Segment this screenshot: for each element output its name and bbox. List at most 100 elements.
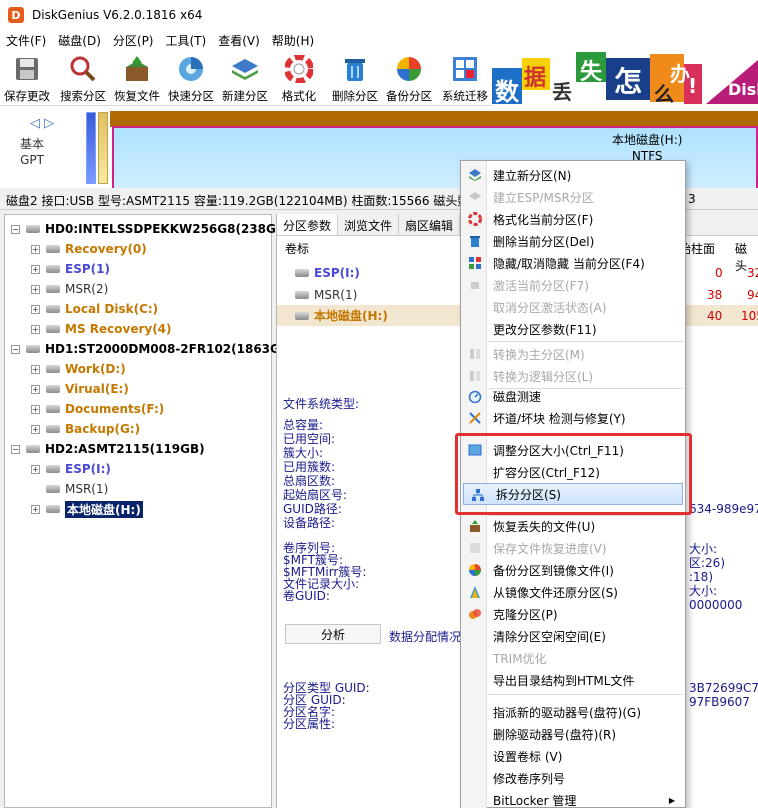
- tree-partition[interactable]: + Recovery(0): [31, 239, 147, 259]
- menu-item-trim[interactable]: TRIM优化: [461, 647, 685, 669]
- menu-item-export-html[interactable]: 导出目录结构到HTML文件: [461, 669, 685, 691]
- hard-disk-icon: [26, 445, 40, 453]
- menu-item-to-primary[interactable]: 转换为主分区(M): [461, 343, 685, 365]
- esp-icon: [467, 189, 483, 205]
- collapse-icon[interactable]: −: [11, 444, 20, 454]
- tab-sector-editor[interactable]: 扇区编辑: [399, 214, 461, 235]
- msr-partition-block[interactable]: [98, 112, 108, 184]
- tree-disk-label: HD2:ASMT2115(119GB): [45, 442, 205, 456]
- expand-icon[interactable]: +: [31, 384, 40, 394]
- tab-browse-files[interactable]: 浏览文件: [338, 214, 400, 235]
- tree-partition-selected[interactable]: + 本地磁盘(H:): [31, 499, 143, 519]
- menu-item-set-label[interactable]: 设置卷标 (V): [461, 745, 685, 767]
- field-value: 大小:: [689, 584, 718, 598]
- ad-banner[interactable]: 数 据 丢 失 怎 么 办 ! Disk: [492, 50, 758, 106]
- tree-partition[interactable]: + Virual(E:): [31, 379, 129, 399]
- menu-item-change-params[interactable]: 更改分区参数(F11): [461, 318, 685, 340]
- tree-partition[interactable]: + Local Disk(C:): [31, 299, 158, 319]
- field-label: 总扇区数:: [283, 474, 336, 488]
- banner-char: 丢: [552, 80, 572, 104]
- disk-nav-arrows[interactable]: ◁ ▷: [30, 116, 54, 131]
- expand-icon[interactable]: +: [31, 464, 40, 474]
- menu-view[interactable]: 查看(V): [212, 32, 266, 49]
- tree-partition[interactable]: + Documents(F:): [31, 399, 164, 419]
- expand-icon[interactable]: +: [31, 264, 40, 274]
- save-progress-icon: [467, 540, 483, 556]
- menu-item-hide[interactable]: 隐藏/取消隐藏 当前分区(F4): [461, 252, 685, 274]
- tree-partition-label: ESP(I:): [65, 462, 111, 476]
- format-button[interactable]: 格式化: [272, 52, 326, 104]
- menu-item-format[interactable]: 格式化当前分区(F): [461, 208, 685, 230]
- save-changes-button[interactable]: 保存更改: [0, 52, 54, 104]
- expand-icon[interactable]: +: [31, 324, 40, 334]
- menu-item-esp-msr[interactable]: 建立ESP/MSR分区: [461, 186, 685, 208]
- menu-item-assign-letter[interactable]: 指派新的驱动器号(盘符)(G): [461, 701, 685, 723]
- tree-partition-label: Documents(F:): [65, 402, 165, 416]
- menu-item-backup-image[interactable]: 备份分区到镜像文件(I): [461, 559, 685, 581]
- tree-partition[interactable]: + ESP(1): [31, 259, 110, 279]
- menu-item-speed-test[interactable]: 磁盘测速: [461, 385, 685, 407]
- menu-item-save-progress[interactable]: 保存文件恢复进度(V): [461, 537, 685, 559]
- tree-partition-label: Backup(G:): [65, 422, 141, 436]
- delete-partition-button[interactable]: 删除分区: [328, 52, 382, 104]
- menu-item-activate[interactable]: 激活当前分区(F7): [461, 274, 685, 296]
- menu-item-to-logical[interactable]: 转换为逻辑分区(L): [461, 365, 685, 387]
- window-title: DiskGenius V6.2.0.1816 x64: [32, 8, 203, 22]
- tab-partition-params[interactable]: 分区参数: [277, 214, 339, 235]
- column-label[interactable]: 卷标: [285, 240, 309, 257]
- menu-item-remove-letter[interactable]: 删除驱动器号(盘符)(R): [461, 723, 685, 745]
- expand-icon[interactable]: +: [31, 504, 40, 514]
- menu-item-new-partition[interactable]: 建立新分区(N): [461, 164, 685, 186]
- disk-type-label: 基本 GPT: [20, 136, 44, 168]
- menu-item-bitlocker[interactable]: BitLocker 管理 ▶: [461, 789, 685, 808]
- search-partition-button[interactable]: 搜索分区: [56, 52, 110, 104]
- backup-partition-button[interactable]: 备份分区: [382, 52, 436, 104]
- menu-disk[interactable]: 磁盘(D): [52, 32, 107, 49]
- expand-icon[interactable]: +: [31, 304, 40, 314]
- tree-partition[interactable]: + MSR(2): [31, 279, 108, 299]
- esp-partition-block[interactable]: [86, 112, 96, 184]
- tree-disk-hd1[interactable]: − HD1:ST2000DM008-2FR102(1863GB): [11, 339, 295, 359]
- menu-item-clone[interactable]: 克隆分区(P): [461, 603, 685, 625]
- field-label: 簇大小:: [283, 446, 324, 460]
- guid-path-value: 634-989e97: [689, 502, 758, 516]
- partition-icon: [295, 311, 309, 320]
- expand-icon[interactable]: +: [31, 244, 40, 254]
- partition-row-name: 本地磁盘(H:): [314, 309, 388, 323]
- hide-icon: [467, 255, 483, 271]
- tree-partition[interactable]: + MSR(1): [31, 479, 108, 499]
- menu-item-restore-image[interactable]: 从镜像文件还原分区(S): [461, 581, 685, 603]
- recover-files-button[interactable]: 恢复文件: [110, 52, 164, 104]
- collapse-icon[interactable]: −: [11, 224, 20, 234]
- menu-item-wipe-free[interactable]: 清除分区空闲空间(E): [461, 625, 685, 647]
- menu-item-change-serial[interactable]: 修改卷序列号: [461, 767, 685, 789]
- menu-item-delete[interactable]: 删除当前分区(Del): [461, 230, 685, 252]
- tree-partition[interactable]: + ESP(I:): [31, 459, 111, 479]
- analyze-button[interactable]: 分析: [285, 624, 381, 644]
- expand-icon[interactable]: +: [31, 284, 40, 294]
- menu-partition[interactable]: 分区(P): [107, 32, 160, 49]
- new-partition-button[interactable]: 新建分区: [218, 52, 272, 104]
- expand-icon[interactable]: +: [31, 364, 40, 374]
- menu-item-bad-sector[interactable]: 坏道/坏块 检测与修复(Y): [461, 407, 685, 429]
- menu-item-deactivate[interactable]: 取消分区激活状态(A): [461, 296, 685, 318]
- menu-item-recover-files[interactable]: 恢复丢失的文件(U): [461, 515, 685, 537]
- expand-icon[interactable]: +: [31, 404, 40, 414]
- collapse-icon[interactable]: −: [11, 344, 20, 354]
- menu-tools[interactable]: 工具(T): [160, 32, 213, 49]
- expand-icon[interactable]: +: [31, 424, 40, 434]
- partition-icon: [46, 405, 60, 413]
- tree-partition[interactable]: + Work(D:): [31, 359, 126, 379]
- menu-help[interactable]: 帮助(H): [266, 32, 320, 49]
- quick-partition-button[interactable]: 快速分区: [164, 52, 218, 104]
- system-migration-button[interactable]: 系统迁移: [438, 52, 492, 104]
- menu-file[interactable]: 文件(F): [0, 32, 52, 49]
- field-label: GUID路径:: [283, 502, 342, 516]
- tree-partition[interactable]: + MS Recovery(4): [31, 319, 172, 339]
- tree-partition-label: MS Recovery(4): [65, 322, 172, 336]
- tree-disk-hd2[interactable]: − HD2:ASMT2115(119GB): [11, 439, 205, 459]
- tree-disk-hd0[interactable]: − HD0:INTELSSDPEKKW256G8(238GB): [11, 219, 290, 239]
- tree-partition[interactable]: + Backup(G:): [31, 419, 140, 439]
- partition-icon: [46, 465, 60, 473]
- field-value: 3B72699C7: [689, 681, 758, 695]
